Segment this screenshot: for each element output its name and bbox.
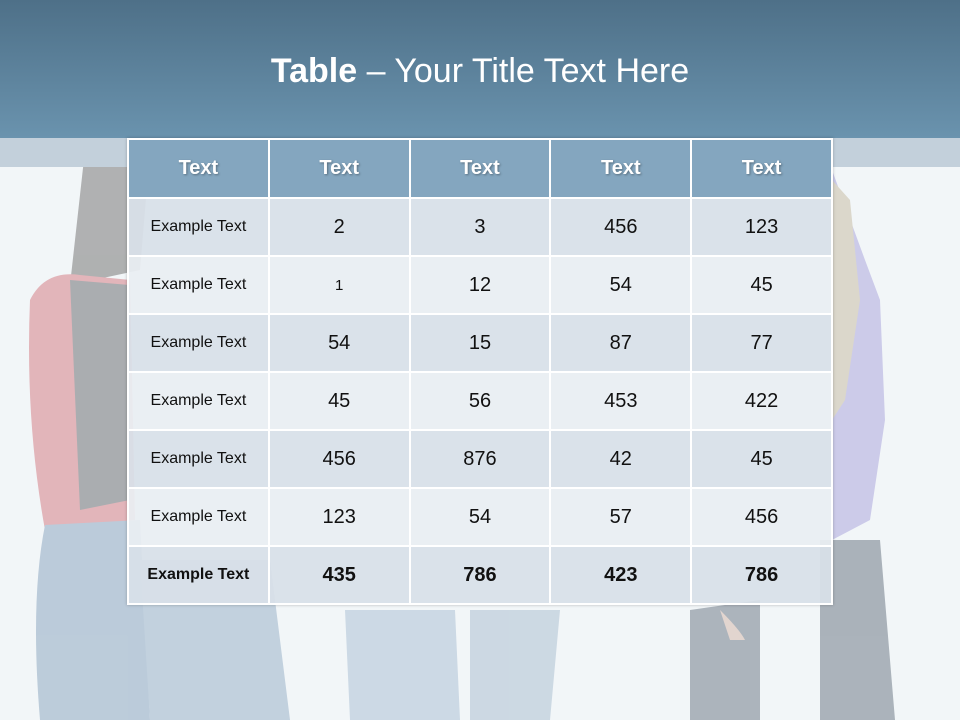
row-label: Example Text — [127, 371, 270, 431]
table-cell: 45 — [690, 255, 833, 315]
table-cell: 453 — [549, 371, 693, 431]
table-cell: 45 — [267, 371, 411, 431]
table-cell: 57 — [549, 487, 693, 547]
column-header: Text — [127, 138, 270, 199]
column-header: Text — [408, 138, 552, 199]
table-cell: 123 — [267, 487, 411, 547]
table-cell: 56 — [408, 371, 552, 431]
slide-title: Table – Your Title Text Here — [0, 52, 960, 91]
table-cell: 456 — [690, 487, 833, 547]
table-cell: 77 — [690, 313, 833, 373]
table-cell: 42 — [549, 429, 693, 489]
data-table: Text Text Text Text Text Example Text 2 … — [127, 138, 833, 605]
row-label: Example Text — [127, 487, 270, 547]
table-cell: 876 — [408, 429, 552, 489]
table-row: Example Text 54 15 87 77 — [127, 313, 833, 373]
table-row: Example Text 456 876 42 45 — [127, 429, 833, 489]
table-cell: 54 — [408, 487, 552, 547]
column-header: Text — [267, 138, 411, 199]
slide-title-bold: Table — [270, 52, 358, 90]
table-total-row: Example Text 435 786 423 786 — [127, 545, 833, 605]
table-cell: 54 — [549, 255, 693, 315]
table-cell: 54 — [267, 313, 411, 373]
table-cell: 786 — [690, 545, 833, 605]
column-header: Text — [549, 138, 693, 199]
table-cell: 3 — [408, 197, 552, 257]
table-cell: 456 — [267, 429, 411, 489]
table-cell: 87 — [549, 313, 693, 373]
data-table-container: Text Text Text Text Text Example Text 2 … — [127, 138, 833, 605]
table-cell: 45 — [690, 429, 833, 489]
table-cell: 123 — [690, 197, 833, 257]
column-header: Text — [690, 138, 833, 199]
table-cell: 456 — [549, 197, 693, 257]
table-cell: 423 — [549, 545, 693, 605]
row-label: Example Text — [127, 255, 270, 315]
table-cell: 1 — [267, 255, 411, 315]
row-label: Example Text — [127, 429, 270, 489]
table-row: Example Text 123 54 57 456 — [127, 487, 833, 547]
table-header-row: Text Text Text Text Text — [127, 138, 833, 199]
row-label: Example Text — [127, 197, 270, 257]
table-cell: 422 — [690, 371, 833, 431]
table-row: Example Text 2 3 456 123 — [127, 197, 833, 257]
slide-title-rest: – Your Title Text Here — [357, 52, 690, 90]
table-row: Example Text 1 12 54 45 — [127, 255, 833, 315]
slide: Table – Your Title Text Here Text Text T… — [0, 0, 960, 720]
row-label: Example Text — [127, 313, 270, 373]
table-cell: 786 — [408, 545, 552, 605]
table-row: Example Text 45 56 453 422 — [127, 371, 833, 431]
row-label: Example Text — [127, 545, 270, 605]
table-cell: 2 — [267, 197, 411, 257]
table-cell: 435 — [267, 545, 411, 605]
table-cell: 12 — [408, 255, 552, 315]
table-cell: 15 — [408, 313, 552, 373]
